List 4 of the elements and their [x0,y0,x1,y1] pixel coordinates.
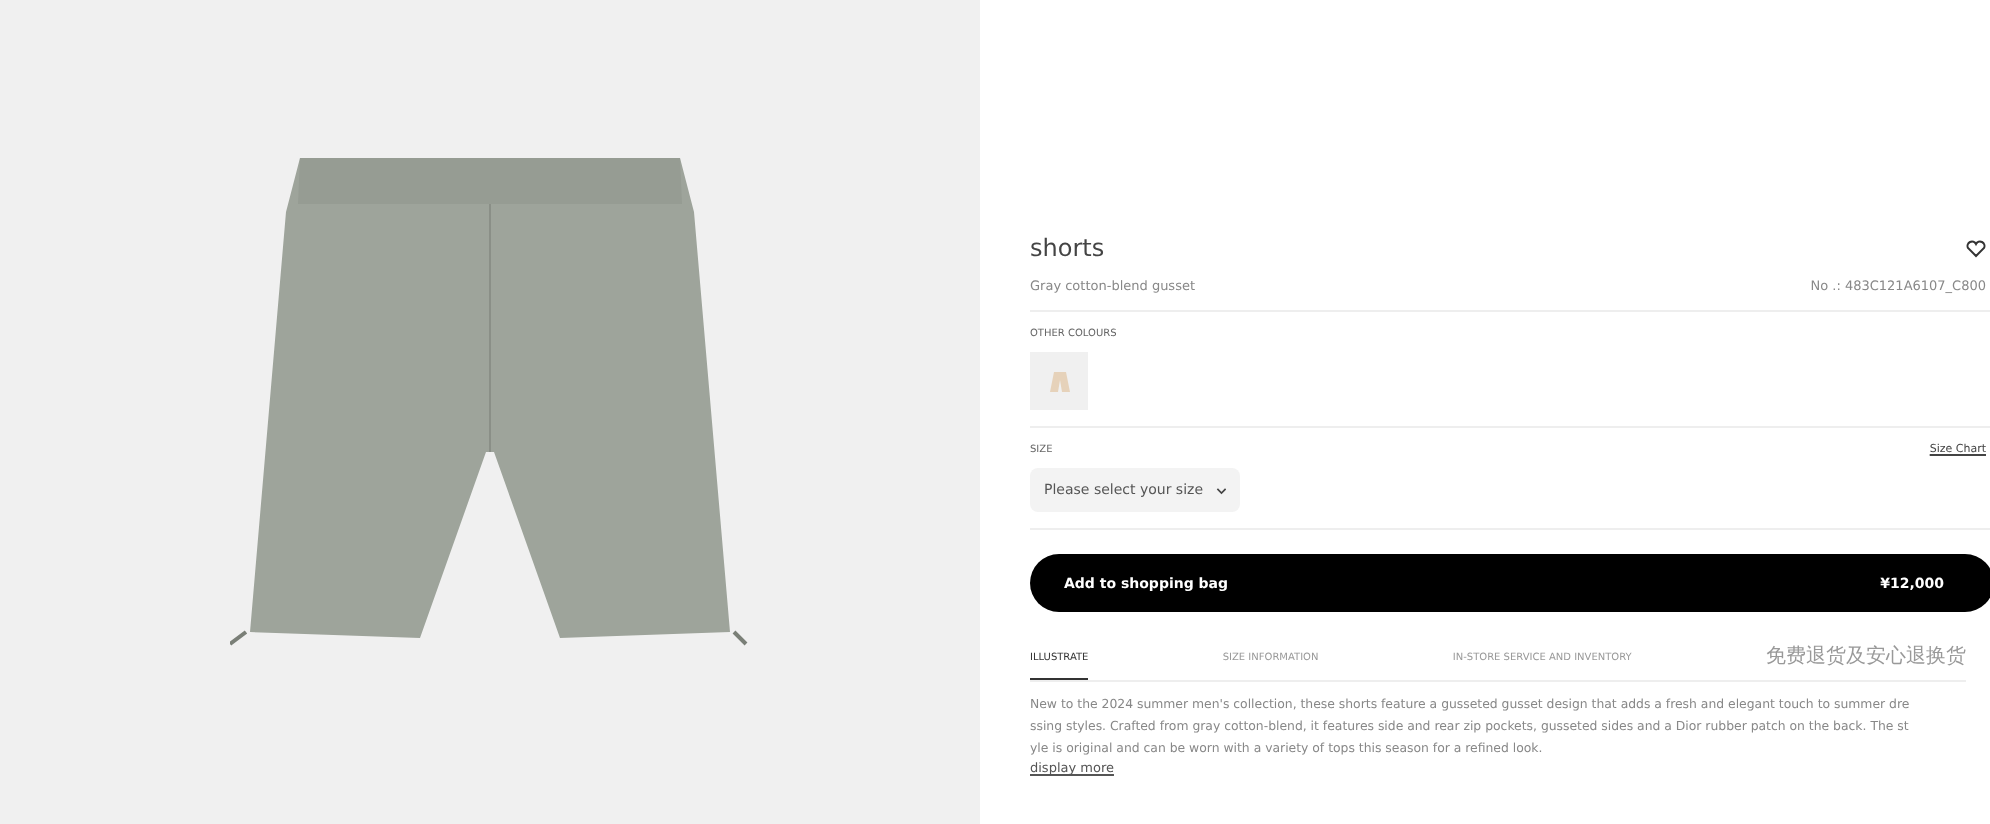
product-title: shorts [1030,234,1105,262]
colour-swatch[interactable] [1030,352,1088,410]
chevron-down-icon [1215,485,1226,495]
heart-icon[interactable] [1966,239,1986,257]
